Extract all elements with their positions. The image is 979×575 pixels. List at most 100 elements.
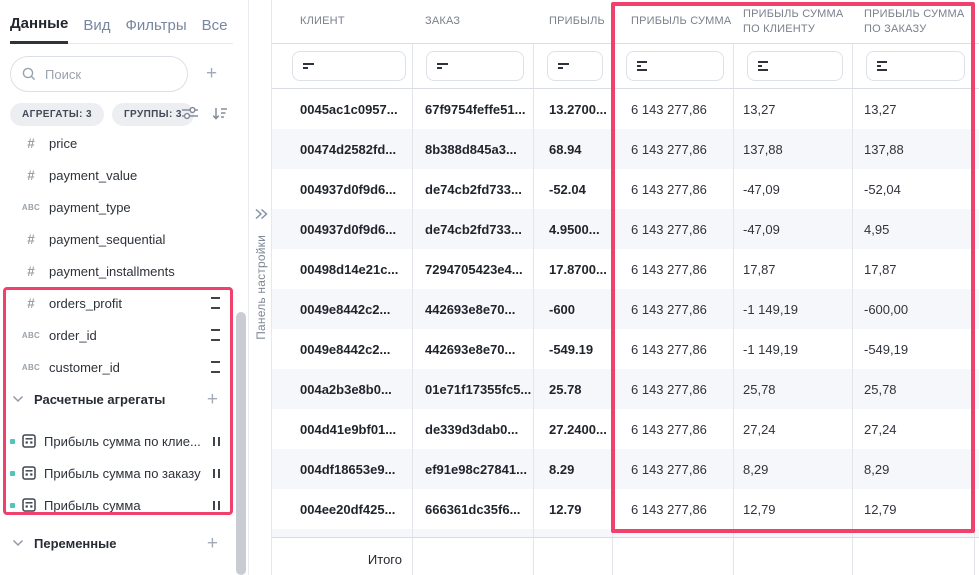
field-item-payment-sequential[interactable]: # payment_sequential [0, 223, 236, 255]
chevron-down-icon [12, 395, 24, 403]
totals-label: Итого [272, 538, 413, 575]
column-header-order[interactable]: ЗАКАЗ [413, 0, 534, 43]
field-item-orders-profit[interactable]: # orders_profit [0, 287, 236, 319]
cell: 6 143 277,86 [613, 249, 734, 289]
cell: 137,88 [734, 129, 853, 169]
filter-input-profit-sum-by-client[interactable] [747, 51, 843, 81]
column-header-profit-sum[interactable]: ПРИБЫЛЬ СУММА [613, 0, 734, 43]
table-row: 00474d2582fd... 8b388d845a3... 68.94 6 1… [272, 129, 979, 169]
field-item-customer-id[interactable]: ABC customer_id [0, 351, 236, 383]
table-row: 004d41e9bf01... de339d3dab0... 27.2400..… [272, 409, 979, 449]
cell: 25.78 [534, 369, 613, 409]
cell: 68.94 [534, 129, 613, 169]
cell: 442693e8e70... [413, 289, 534, 329]
cell: 17.8700... [534, 249, 613, 289]
cell: -1 149,19 [734, 289, 853, 329]
section-calculated-aggregates[interactable]: Расчетные агрегаты + [0, 383, 236, 415]
formula-indicator-icon [211, 297, 220, 309]
double-chevron-right-icon [254, 208, 268, 220]
aggregate-filter-icon [877, 61, 887, 71]
tab-data[interactable]: Данные [10, 15, 68, 44]
sort-button[interactable] [211, 106, 228, 126]
cell: de339d3dab0... [413, 409, 534, 449]
cell: 01e71f17355fc5... [413, 369, 534, 409]
filter-chips: АГРЕГАТЫ: 3 ГРУППЫ: 3 [10, 103, 194, 126]
cell: 27,24 [853, 409, 975, 449]
expand-panel-button[interactable] [254, 207, 268, 225]
tab-view[interactable]: Вид [83, 17, 110, 43]
tab-filters[interactable]: Фильтры [125, 17, 186, 43]
cell: 8.29 [534, 449, 613, 489]
field-item-payment-installments[interactable]: # payment_installments [0, 255, 236, 287]
add-variable-button[interactable]: + [207, 534, 218, 553]
add-field-button[interactable]: + [206, 64, 217, 83]
cell: -52.04 [534, 169, 613, 209]
cell: -52,04 [853, 169, 975, 209]
filter-input-profit-sum[interactable] [626, 51, 724, 81]
cell: -1 149,19 [734, 329, 853, 369]
cell: 4,95 [853, 209, 975, 249]
field-item-price[interactable]: # price [0, 127, 236, 159]
aggregate-item-profit-sum[interactable]: Прибыль сумма [0, 489, 236, 521]
sidebar-scrollbar[interactable] [236, 312, 246, 575]
cell: 8,29 [734, 449, 853, 489]
cell: -600,00 [853, 289, 975, 329]
number-type-icon: # [21, 264, 41, 279]
tab-all[interactable]: Все [202, 17, 228, 43]
number-type-icon: # [21, 136, 41, 151]
calculated-field-icon [22, 434, 36, 448]
filter-icon [558, 63, 569, 69]
number-type-icon: # [21, 296, 41, 311]
aggregate-item-profit-sum-by-client[interactable]: Прибыль сумма по клие... [0, 425, 236, 457]
cell: -47,09 [734, 209, 853, 249]
aggregate-name: Прибыль сумма [44, 498, 207, 513]
table-row: 0045ac1c0957... 67f9754feffe51... 13.270… [272, 89, 979, 129]
cell: -549.19 [534, 329, 613, 369]
table-row: 004937d0f9d6... de74cb2fd733... 4.9500..… [272, 209, 979, 249]
dataset-editor: Данные Вид Фильтры Все + АГРЕГАТЫ: 3 ГРУ… [0, 0, 979, 575]
cell: de74cb2fd733... [413, 169, 534, 209]
column-header-client[interactable]: КЛИЕНТ [272, 0, 413, 43]
field-item-payment-type[interactable]: ABC payment_type [0, 191, 236, 223]
preview-table: КЛИЕНТ ЗАКАЗ ПРИБЫЛЬ ПРИБЫЛЬ СУММА ПРИБЫ… [271, 0, 979, 575]
aggregate-name: Прибыль сумма по клие... [44, 434, 207, 449]
cell: 004937d0f9d6... [272, 169, 413, 209]
column-header-profit-sum-by-client[interactable]: ПРИБЫЛЬ СУММА ПО КЛИЕНТУ [734, 0, 853, 43]
cell: -47,09 [734, 169, 853, 209]
aggregate-item-profit-sum-by-order[interactable]: Прибыль сумма по заказу [0, 457, 236, 489]
cell: 0049e8442c2... [272, 329, 413, 369]
table-filter-row [272, 44, 979, 89]
aggregates-chip[interactable]: АГРЕГАТЫ: 3 [10, 103, 104, 126]
cell: 7294705423e4... [413, 249, 534, 289]
field-name: customer_id [49, 360, 205, 375]
field-item-payment-value[interactable]: # payment_value [0, 159, 236, 191]
field-name: payment_value [49, 168, 220, 183]
filter-input-profit[interactable] [547, 51, 603, 81]
cell: ef91e98c27841... [413, 449, 534, 489]
column-header-profit-sum-by-order[interactable]: ПРИБЫЛЬ СУММА ПО ЗАКАЗУ [853, 0, 975, 43]
cell: 6 143 277,86 [613, 89, 734, 129]
cell: 8,29 [853, 449, 975, 489]
cell: de74cb2fd733... [413, 209, 534, 249]
sliders-icon [181, 105, 199, 121]
field-item-order-id[interactable]: ABC order_id [0, 319, 236, 351]
cell: 12,79 [734, 489, 853, 529]
cell: 6 143 277,86 [613, 209, 734, 249]
filter-input-profit-sum-by-order[interactable] [866, 51, 965, 81]
measure-dot-icon [10, 439, 15, 444]
filter-input-client[interactable] [292, 51, 406, 81]
search-icon [22, 67, 36, 81]
number-type-icon: # [21, 232, 41, 247]
cell: 27,24 [734, 409, 853, 449]
totals-row: Итого [272, 537, 979, 575]
section-variables[interactable]: Переменные + [0, 525, 236, 561]
display-settings-button[interactable] [181, 105, 199, 126]
table-row: 004df18653e9... ef91e98c27841... 8.29 6 … [272, 449, 979, 489]
filter-input-order[interactable] [426, 51, 524, 81]
cell: 00474d2582fd... [272, 129, 413, 169]
add-aggregate-button[interactable]: + [207, 390, 218, 409]
column-header-profit[interactable]: ПРИБЫЛЬ [534, 0, 613, 43]
cell: 6 143 277,86 [613, 289, 734, 329]
cell: 0045ac1c0957... [272, 89, 413, 129]
search-input[interactable] [10, 56, 188, 92]
